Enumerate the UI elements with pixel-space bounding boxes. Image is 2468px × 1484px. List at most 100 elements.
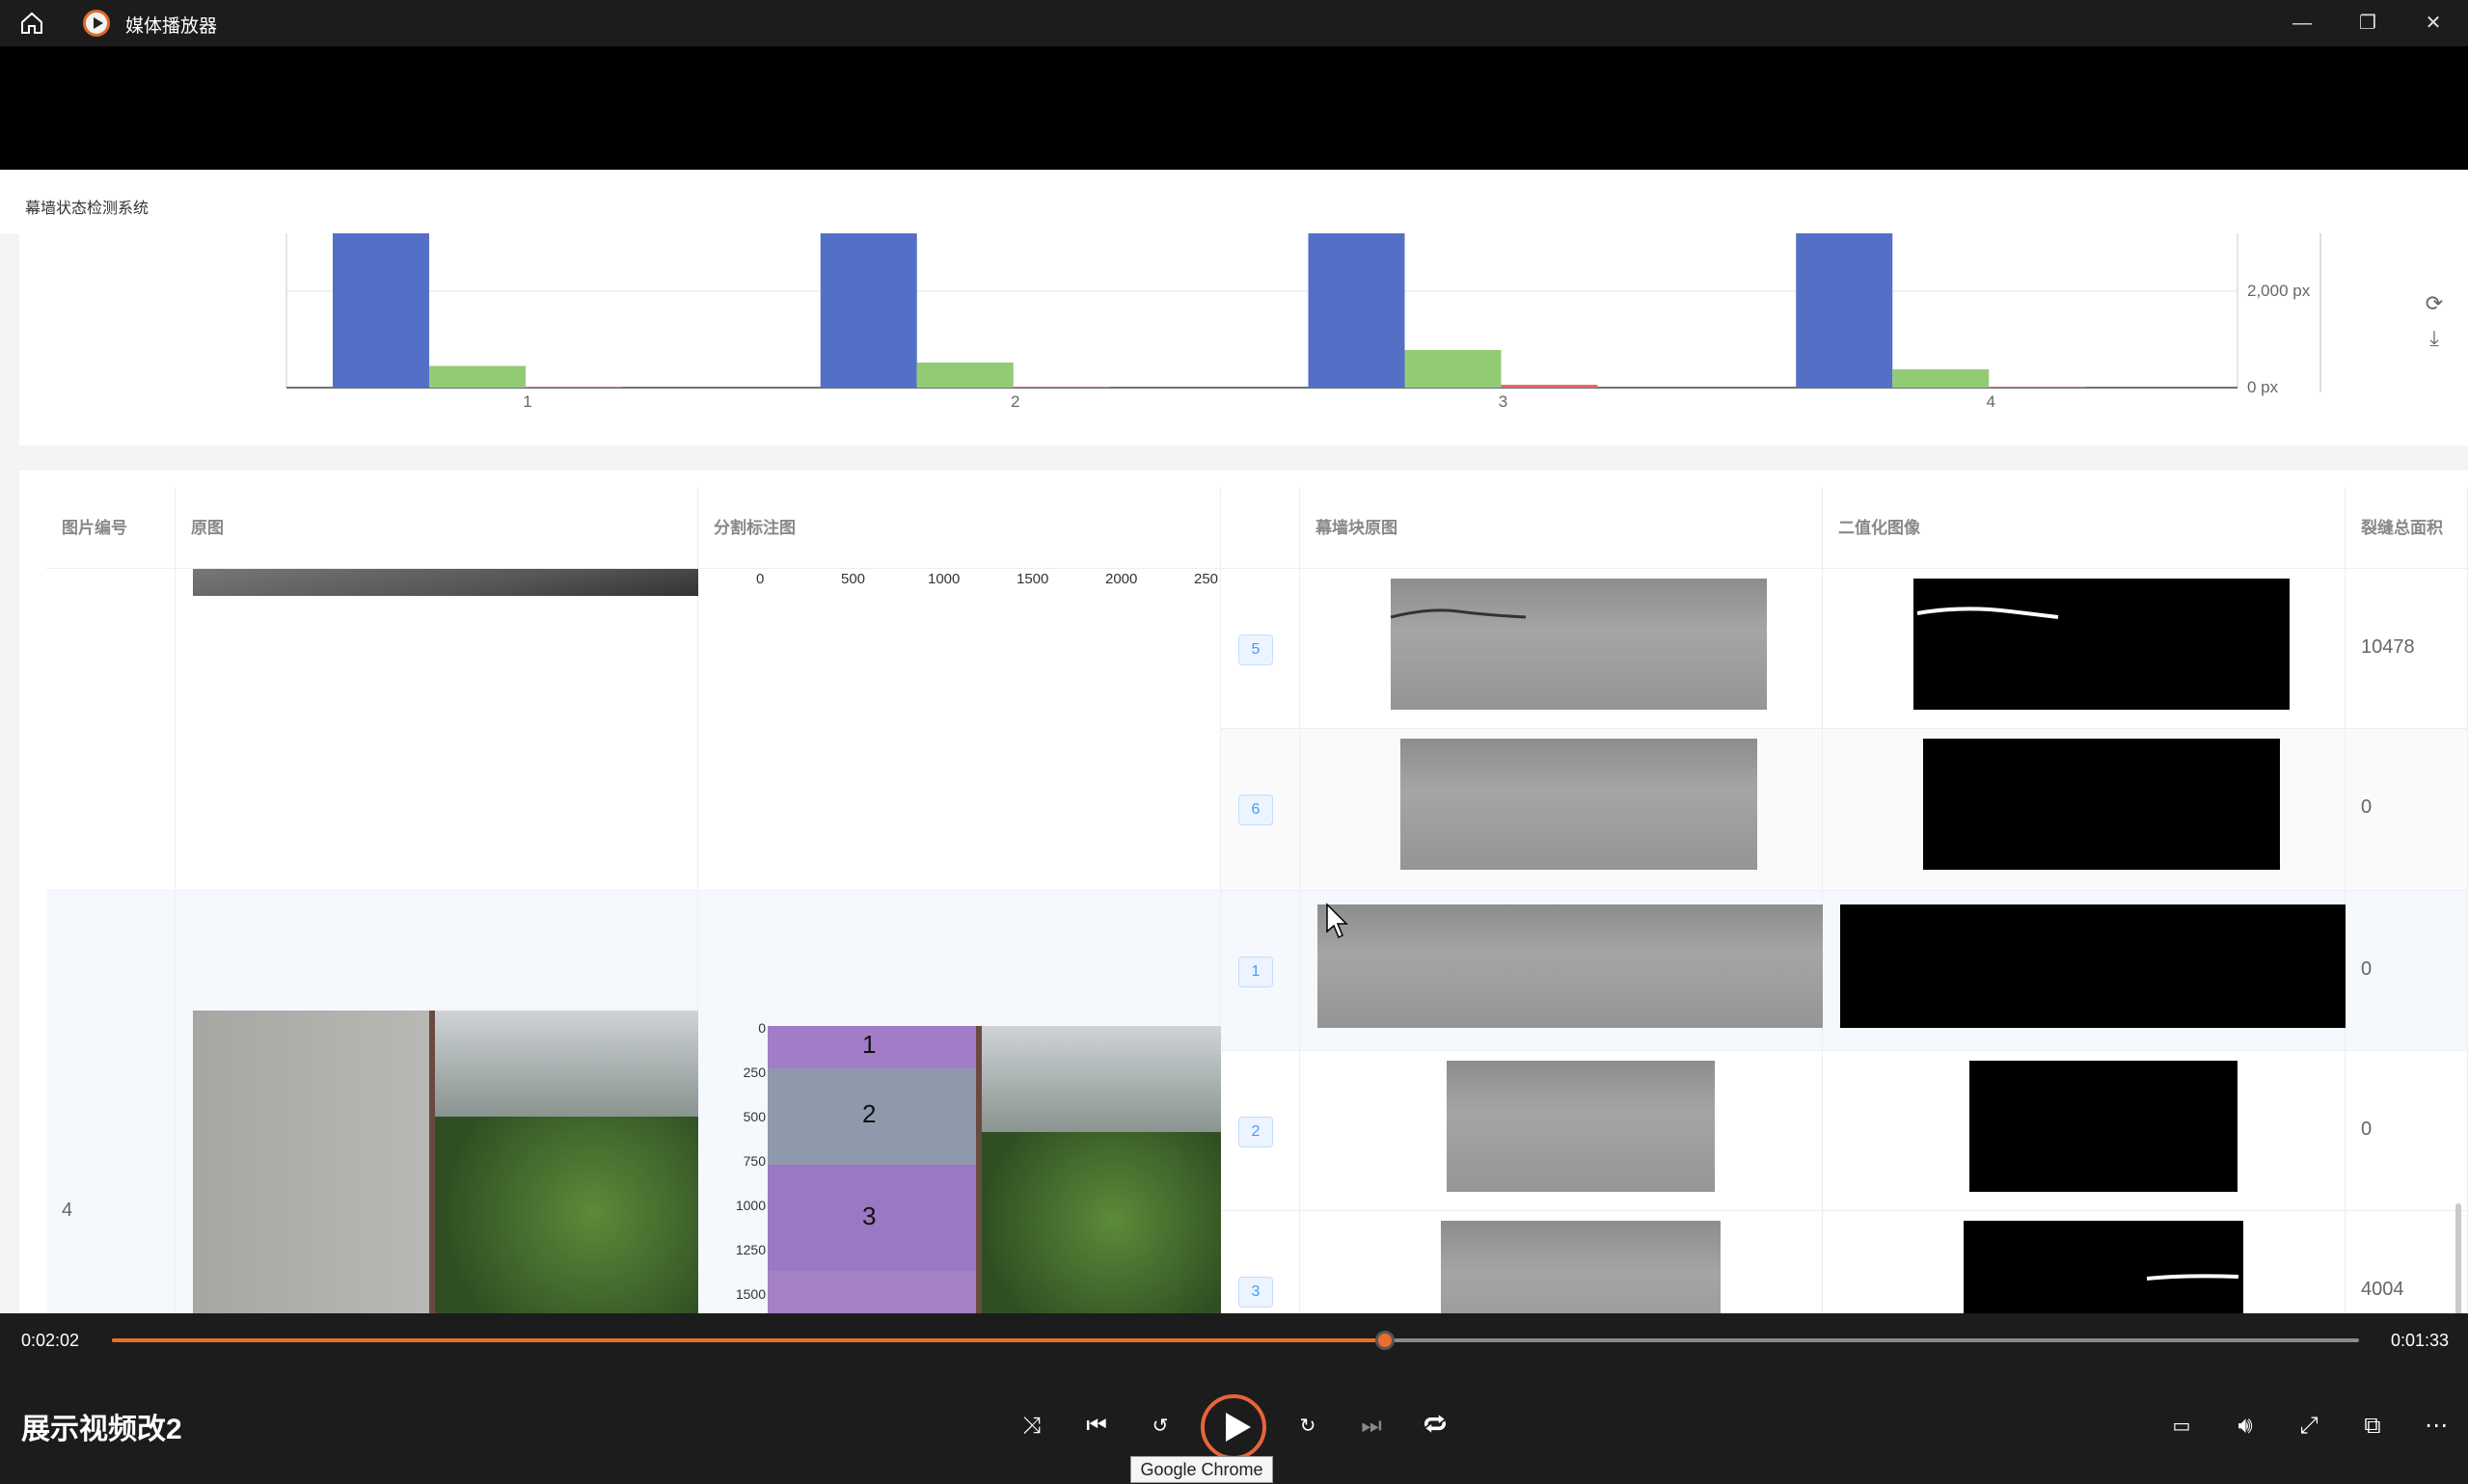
volume-icon[interactable]: 🔊︎ [2226,1407,2265,1445]
bar [820,233,917,388]
bar [916,363,1014,388]
binary-image [1923,739,2280,870]
seg-label: 2 [862,1099,877,1128]
crack-area-value: 0 [2361,1119,2373,1140]
bar [1308,233,1405,388]
table-cell [1823,569,2346,729]
seg-y-axis: 0 250 500 750 1000 1250 1500 [706,1020,773,1313]
fullscreen-icon[interactable]: ⤢ [2290,1407,2328,1445]
seg-axis-tick: 0 [756,571,765,587]
video-title: 展示视频改2 [21,1414,182,1445]
seek-bar-progress [112,1338,1385,1342]
table-cell: 0 [2346,891,2468,1051]
mini-player-icon[interactable]: ⧉ [2353,1407,2392,1445]
table-cell [1823,891,2346,1051]
seg-axis-tick: 250 [1194,571,1219,587]
table-cell [1823,729,2346,891]
seg-axis-tick: 500 [841,571,866,587]
download-icon[interactable]: ⤓ [2420,326,2449,355]
bar [1989,387,2086,388]
next-button[interactable]: ⏭ [1352,1407,1391,1445]
table-cell: 0 500 1000 1500 2000 250 [698,569,1221,891]
seg-axis-tick: 500 [743,1109,766,1124]
binary-image [1964,1221,2243,1313]
more-options-icon[interactable]: ⋯ [2417,1407,2455,1445]
image-id-value: 4 [62,1200,73,1221]
video-frame: 幕墙状态检测系统 0 px2,000 px4,000 px1234 ⟳ ⤓ 图片… [0,170,2468,1313]
remaining-time: 0:01:33 [2391,1331,2450,1350]
restore-button[interactable]: ❐ [2337,0,2399,46]
seg-axis-tick: 2000 [1105,571,1138,587]
rewind-10-button[interactable]: ↺ [1141,1407,1180,1445]
table-cell: 4 [46,891,176,1313]
close-button[interactable]: ✕ [2402,0,2464,46]
table-cell [1300,1051,1823,1211]
seg-axis-tick: 1500 [735,1286,766,1302]
table-cell: 1 [1221,891,1300,1051]
bar [429,365,526,388]
row-index-badge: 5 [1238,634,1273,665]
table-cell [176,891,698,1313]
binary-image [1840,904,2346,1028]
table-cell [46,569,176,891]
seg-axis-tick: 250 [743,1065,766,1080]
segmentation-image: 1 2 3 4 [768,1026,1221,1313]
table-cell [176,569,698,891]
table-cell [1300,1211,1823,1313]
x-tick-label: 1 [523,392,531,411]
table-cell: 3 [1221,1211,1300,1313]
minimize-button[interactable]: — [2271,0,2333,46]
row-index-badge: 6 [1238,795,1273,825]
binary-image [1913,579,2290,710]
block-image [1447,1061,1715,1192]
bar [1501,385,1598,388]
table-cell: 0 [2346,729,2468,891]
table-cell [1300,569,1823,729]
table-cell: 10478 [2346,569,2468,729]
x-tick-label: 3 [1499,392,1507,411]
table-cell [1823,1211,2346,1313]
row-index-badge: 2 [1238,1117,1273,1147]
original-image [193,569,698,596]
table-cell [1300,729,1823,891]
seek-bar[interactable] [112,1331,2359,1350]
seek-thumb[interactable] [1374,1331,1395,1350]
seg-axis-tick: 0 [758,1020,766,1036]
mouse-cursor-icon [1326,903,1348,939]
bar [1013,387,1110,388]
y-tick-label: 0 px [2247,378,2279,396]
web-header: 幕墙状态检测系统 [0,170,2468,233]
crack-area-value: 0 [2361,796,2373,818]
bar-chart: 0 px2,000 px4,000 px1234 [285,233,2321,411]
table-cell: 4004 [2346,1211,2468,1313]
repeat-button[interactable]: 🔁︎ [1416,1407,1454,1445]
header-block-original: 幕墙块原图 [1300,488,1823,569]
previous-button[interactable]: ⏮ [1077,1407,1116,1445]
home-icon[interactable] [17,9,46,38]
refresh-icon[interactable]: ⟳ [2420,291,2449,320]
bar [1796,233,1893,388]
seg-axis-tick: 750 [743,1153,766,1169]
seg-axis-tick: 1500 [1017,571,1049,587]
forward-30-button[interactable]: ↻ [1288,1407,1327,1445]
table-cell: 2 [1221,1051,1300,1211]
block-image [1441,1221,1721,1313]
bar [1404,350,1502,388]
table-scrollbar[interactable] [2455,1203,2461,1313]
header-original: 原图 [176,488,698,569]
bar [1892,369,1990,388]
play-button[interactable] [1201,1394,1266,1460]
system-name: 幕墙状态检测系统 [25,201,149,217]
window-title: 媒体播放器 [125,16,218,37]
player-controls: 0:02:02 0:01:33 展示视频改2 ⤨ ⏮ ↺ ↻ ⏭ 🔁︎ Goog… [0,1313,2468,1484]
tooltip: Google Chrome [1130,1456,1273,1483]
block-image [1391,579,1767,710]
seg-axis-tick: 1000 [735,1198,766,1213]
table-cell: 6 [1221,729,1300,891]
x-tick-label: 2 [1011,392,1019,411]
table-cell [1823,1051,2346,1211]
subtitles-icon[interactable]: ▭ [2162,1407,2201,1445]
binary-image [1969,1061,2237,1192]
shuffle-button[interactable]: ⤨ [1013,1407,1051,1445]
y-tick-label: 2,000 px [2247,282,2311,300]
